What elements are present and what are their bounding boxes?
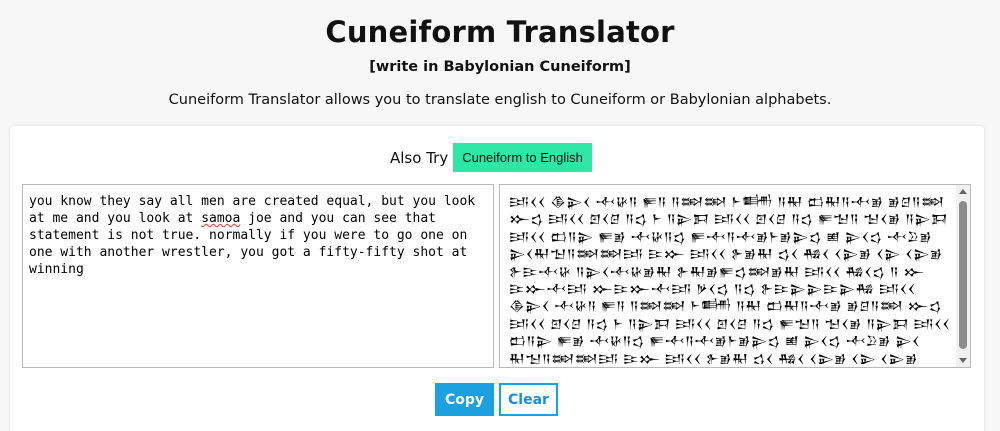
scroll-down-arrow-icon[interactable] [959, 358, 967, 363]
misspelled-word: samoa [201, 211, 241, 226]
copy-button[interactable]: Copy [435, 383, 494, 416]
page-description: Cuneiform Translator allows you to trans… [168, 92, 832, 108]
also-try-label: Also Try [390, 148, 449, 167]
scrollbar-thumb[interactable] [959, 201, 967, 349]
page-subtitle: [write in Babylonian Cuneiform] [369, 59, 631, 75]
clear-button[interactable]: Clear [499, 383, 558, 416]
cuneiform-output-textarea[interactable]: 𒅀𒌋𒌋 𒆠𒉌𒌋 𒋾𒄩𒀀 𒊓𒀀 𒀀𒇷𒇷 𒈨𒌦 𒀀𒊑 𒆗𒊑𒀀𒋾𒂊 𒂊𒆪𒀀𒇷 𒁍𒌓 𒅀… [499, 184, 971, 368]
also-try-row: Also Try Cuneiform to English [390, 143, 592, 172]
scroll-up-arrow-icon[interactable] [959, 189, 967, 194]
cuneiform-output-text: 𒅀𒌋𒌋 𒆠𒉌𒌋 𒋾𒄩𒀀 𒊓𒀀 𒀀𒇷𒇷 𒈨𒌦 𒀀𒊑 𒆗𒊑𒀀𒋾𒂊 𒂊𒆪𒀀𒇷 𒁍𒌓 𒅀… [509, 195, 951, 364]
page-title: Cuneiform Translator [325, 15, 675, 49]
english-input-textarea[interactable]: you know they say all men are created eq… [22, 184, 494, 368]
cuneiform-to-english-button[interactable]: Cuneiform to English [453, 143, 592, 172]
output-scrollbar[interactable] [956, 185, 970, 367]
